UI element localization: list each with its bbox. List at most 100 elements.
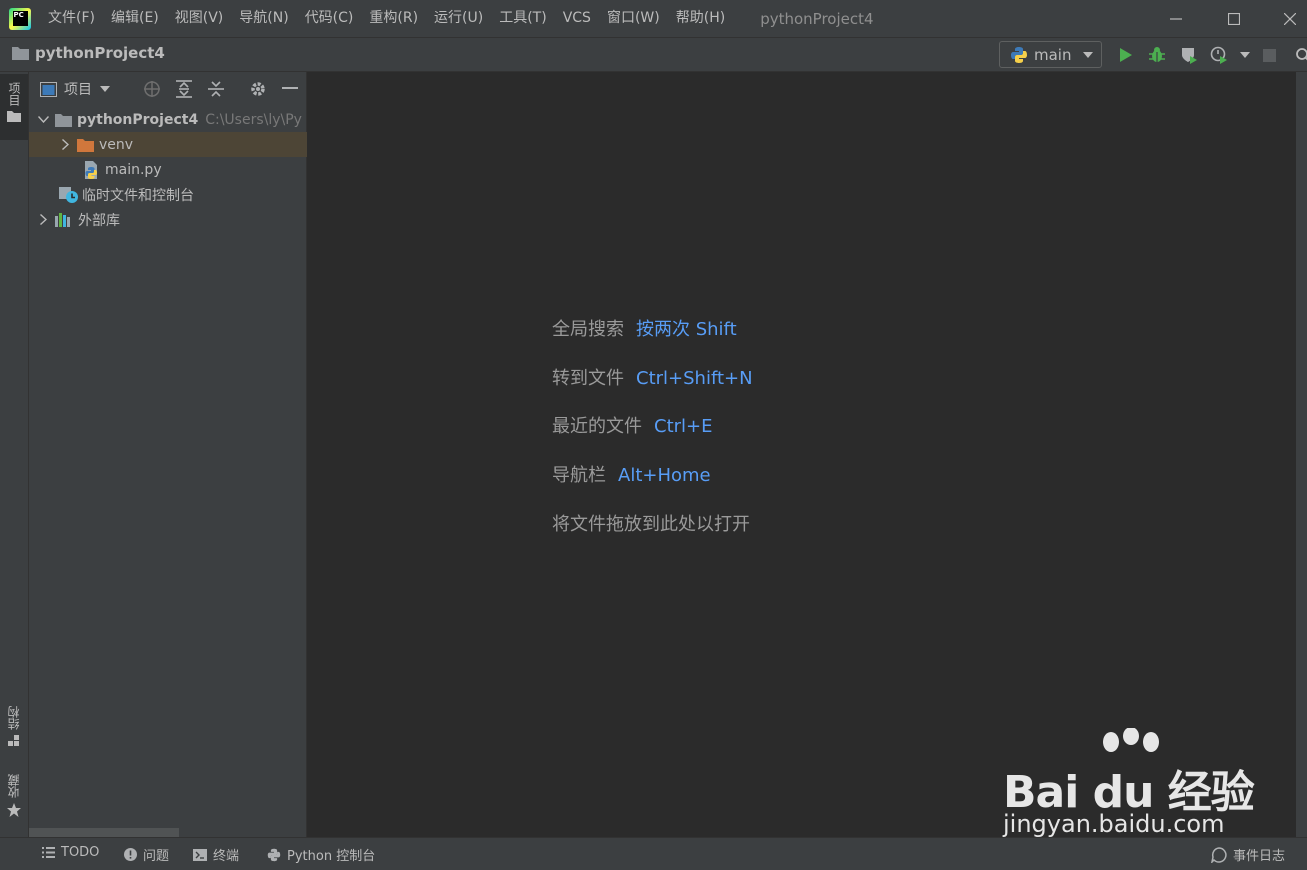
stop-icon [1262, 48, 1276, 62]
breadcrumb-project[interactable]: pythonProject4 [35, 44, 165, 62]
tool-window-tab-label: 结构 [7, 706, 21, 730]
hint-recent-files: 最近的文件 Ctrl+E [552, 412, 712, 438]
menu-vcs[interactable]: VCS [555, 0, 599, 37]
collapsed-arrow-icon[interactable] [58, 139, 72, 150]
menu-tools[interactable]: 工具(T) [491, 0, 554, 37]
python-file-icon [85, 160, 97, 179]
tool-window-tab-structure[interactable]: 结构 [0, 706, 28, 762]
close-button[interactable] [1262, 0, 1307, 37]
tree-item-external-libraries[interactable]: 外部库 [29, 207, 307, 232]
hint-navigation-bar: 导航栏 Alt+Home [552, 461, 711, 487]
hint-label: 全局搜索 [552, 319, 624, 340]
hint-goto-file: 转到文件 Ctrl+Shift+N [552, 364, 753, 390]
hint-label: 将文件拖放到此处以打开 [552, 514, 750, 535]
editor-empty-state: 全局搜索 按两次 Shift 转到文件 Ctrl+Shift+N 最近的文件 Ctrl… [307, 72, 1296, 837]
event-log-tab[interactable]: 事件日志 [1211, 845, 1285, 864]
library-icon [55, 212, 70, 227]
panel-options-button[interactable] [249, 80, 267, 98]
locate-file-button[interactable] [143, 80, 161, 98]
more-run-options-button[interactable] [1236, 46, 1254, 64]
collapsed-arrow-icon[interactable] [36, 214, 50, 225]
minimize-icon [282, 87, 298, 89]
event-log-tab-label: 事件日志 [1233, 849, 1286, 864]
run-config-label: main [1034, 45, 1072, 64]
maximize-button[interactable] [1206, 0, 1262, 37]
star-icon [7, 803, 21, 817]
warning-circle-icon [124, 848, 137, 861]
window-title: pythonProject4 [760, 9, 874, 28]
project-window-icon [40, 81, 57, 97]
debug-button[interactable] [1148, 46, 1166, 64]
menu-navigate[interactable]: 导航(N) [231, 0, 296, 37]
search-everywhere-button[interactable] [1294, 46, 1307, 64]
hint-label: 最近的文件 [552, 416, 642, 437]
python-console-tab[interactable]: Python 控制台 [267, 845, 375, 864]
menu-refactor[interactable]: 重构(R) [361, 0, 426, 37]
menu-view[interactable]: 视图(V) [167, 0, 232, 37]
todo-tab[interactable]: TODO [42, 845, 99, 860]
list-icon [42, 847, 55, 858]
terminal-tab[interactable]: 终端 [193, 845, 239, 864]
bug-icon [1149, 47, 1165, 62]
hint-drop-files: 将文件拖放到此处以打开 [552, 510, 750, 536]
tree-item-label: venv [99, 136, 134, 153]
expand-all-icon [176, 80, 192, 98]
hint-shortcut: Alt+Home [618, 465, 711, 486]
tree-item-project-root[interactable]: pythonProject4 C:\Users\ly\Py [29, 107, 307, 132]
tree-item-scratches[interactable]: 临时文件和控制台 [29, 182, 307, 207]
hint-label: 导航栏 [552, 465, 606, 486]
title-bar: PC 文件(F) 编辑(E) 视图(V) 导航(N) 代码(C) 重构(R) 运… [0, 0, 1307, 37]
hide-panel-button[interactable] [281, 80, 299, 98]
menu-help[interactable]: 帮助(H) [668, 0, 733, 37]
status-bar: TODO 问题 终端 Python 控制台 事件日志 [0, 837, 1307, 870]
minimize-button[interactable] [1148, 0, 1204, 37]
search-icon [1296, 48, 1307, 61]
minimize-icon [1170, 17, 1182, 20]
scratches-icon [59, 186, 78, 203]
folder-icon [77, 138, 94, 152]
expanded-arrow-icon[interactable] [36, 116, 50, 123]
right-tool-stripe [1296, 72, 1307, 837]
hint-shortcut: 按两次 Shift [636, 319, 737, 340]
stop-button[interactable] [1260, 46, 1278, 64]
menu-file[interactable]: 文件(F) [40, 0, 103, 37]
coverage-button[interactable] [1180, 46, 1198, 64]
tree-item-label: 外部库 [78, 212, 120, 229]
breadcrumb[interactable]: pythonProject4 [12, 44, 165, 62]
run-icon [1120, 48, 1132, 62]
project-panel-header: 项目 [29, 72, 306, 106]
tool-window-tab-label: 收藏 [7, 774, 21, 798]
expand-all-button[interactable] [175, 80, 193, 98]
tree-item-venv[interactable]: venv [29, 132, 307, 157]
menu-edit[interactable]: 编辑(E) [103, 0, 167, 37]
left-tool-stripe: 项目 结构 收藏 [0, 72, 29, 837]
run-config-select[interactable]: main [999, 41, 1102, 68]
terminal-icon [193, 848, 207, 861]
menu-code[interactable]: 代码(C) [297, 0, 362, 37]
menu-run[interactable]: 运行(U) [426, 0, 491, 37]
profiler-icon [1210, 46, 1227, 64]
hint-shortcut: Ctrl+Shift+N [636, 368, 753, 389]
profile-button[interactable] [1210, 46, 1228, 64]
terminal-tab-label: 终端 [213, 849, 240, 864]
folder-icon [12, 47, 29, 60]
hint-search-everywhere: 全局搜索 按两次 Shift [552, 315, 737, 341]
tree-item-label: main.py [105, 161, 162, 178]
tool-window-tab-favorites[interactable]: 收藏 [0, 774, 28, 834]
project-view-selector[interactable]: 项目 [40, 79, 110, 99]
menu-window[interactable]: 窗口(W) [599, 0, 668, 37]
tree-item-main-py[interactable]: main.py [29, 157, 307, 182]
tool-window-tab-label: 项目 [7, 82, 21, 106]
chevron-down-icon [1083, 51, 1094, 58]
collapse-all-icon [208, 81, 224, 97]
folder-icon [55, 113, 72, 127]
python-icon [267, 848, 281, 861]
collapse-all-button[interactable] [207, 80, 225, 98]
horizontal-scrollbar[interactable] [29, 828, 179, 837]
run-button[interactable] [1117, 46, 1135, 64]
tree-item-label: pythonProject4 [77, 111, 199, 128]
problems-tab[interactable]: 问题 [124, 845, 169, 864]
project-panel-title: 项目 [64, 82, 92, 98]
tool-window-tab-project[interactable]: 项目 [0, 74, 28, 140]
folder-icon [7, 111, 21, 122]
